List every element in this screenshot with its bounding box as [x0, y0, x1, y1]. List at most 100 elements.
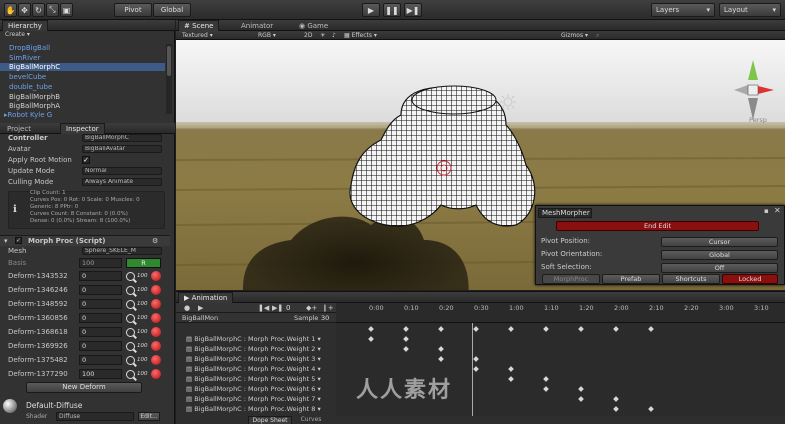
pause-button[interactable]: ❚❚	[383, 3, 401, 17]
magnifier-icon[interactable]	[126, 314, 135, 323]
close-icon[interactable]: ✕	[774, 206, 781, 215]
hundred-label[interactable]: 100	[137, 371, 148, 377]
deform-value[interactable]: 0	[79, 285, 122, 295]
pivot-position-button[interactable]: Cursor	[661, 237, 778, 247]
list-item[interactable]: ▤ BigBallMorphC : Morph Proc.Weight 7 ▾	[186, 395, 321, 403]
basis-field[interactable]: 100	[79, 258, 122, 268]
apply-root-motion-checkbox[interactable]: ✓	[82, 156, 90, 164]
deform-value[interactable]: 0	[79, 355, 122, 365]
list-item[interactable]: ▤ BigBallMorphC : Morph Proc.Weight 4 ▾	[186, 365, 321, 373]
tab-locked[interactable]: Locked	[722, 274, 778, 284]
list-item[interactable]: ▤ BigBallMorphC : Morph Proc.Weight 8 ▾	[186, 405, 321, 413]
audio-icon[interactable]: ♪	[332, 32, 336, 39]
rgb-dropdown[interactable]: RGB ▾	[258, 32, 276, 39]
create-dropdown[interactable]: Create ▾	[5, 31, 30, 38]
magnifier-icon[interactable]	[126, 300, 135, 309]
rect-tool-button[interactable]: ▣	[60, 3, 73, 17]
list-item[interactable]: ▸Robot Kyle G	[4, 111, 52, 119]
tab-game[interactable]: ◉ Game	[294, 20, 333, 31]
r-button[interactable]: R	[126, 258, 161, 268]
deform-value[interactable]: 0	[79, 313, 122, 323]
delete-deform-button[interactable]	[151, 285, 161, 295]
record-icon[interactable]: ●	[184, 304, 190, 312]
end-edit-button[interactable]: End Edit	[556, 221, 759, 231]
new-deform-button[interactable]: New Deform	[26, 382, 142, 393]
tab-morphproc[interactable]: MorphProc	[542, 274, 600, 284]
add-event-icon[interactable]: ❙+	[322, 304, 334, 312]
list-item[interactable]: ▤ BigBallMorphC : Morph Proc.Weight 6 ▾	[186, 385, 321, 393]
delete-deform-button[interactable]	[151, 327, 161, 337]
tab-animation[interactable]: ▶ Animation	[178, 292, 234, 303]
deform-value[interactable]: 0	[79, 341, 122, 351]
tab-inspector[interactable]: Inspector	[60, 123, 105, 134]
sample-value[interactable]: 30	[321, 314, 329, 322]
tab-dope-sheet[interactable]: Dope Sheet	[248, 416, 292, 424]
delete-deform-button[interactable]	[151, 355, 161, 365]
clip-select[interactable]: BigBallMon	[182, 314, 218, 322]
delete-deform-button[interactable]	[151, 271, 161, 281]
tab-curves[interactable]: Curves	[294, 416, 328, 424]
enabled-checkbox[interactable]: ✓	[15, 237, 22, 244]
tab-project[interactable]: Project	[2, 123, 36, 134]
play-button[interactable]: ▶	[362, 3, 380, 17]
hundred-label[interactable]: 100	[137, 357, 148, 363]
magnifier-icon[interactable]	[126, 342, 135, 351]
textured-dropdown[interactable]: Textured ▾	[182, 32, 213, 39]
list-item[interactable]: bevelCube	[9, 73, 46, 81]
mesh-field[interactable]: Sphere_SKELE_M	[82, 247, 162, 255]
tab-scene[interactable]: # Scene	[178, 20, 220, 31]
delete-deform-button[interactable]	[151, 341, 161, 351]
play-icon[interactable]: ▶	[198, 304, 203, 312]
deform-value[interactable]: 0	[79, 327, 122, 337]
move-tool-button[interactable]: ✥	[18, 3, 31, 17]
avatar-field[interactable]: BigBallAvatar	[82, 145, 162, 153]
list-item[interactable]: BigBallMorphB	[9, 93, 60, 101]
soft-selection-button[interactable]: Off	[661, 263, 778, 273]
edit-shader-button[interactable]: Edit...	[138, 412, 160, 421]
scale-tool-button[interactable]: ⤡	[46, 3, 59, 17]
hundred-label[interactable]: 100	[137, 329, 148, 335]
list-item-selected[interactable]: BigBallMorphC	[0, 63, 165, 71]
list-item[interactable]: SimRiver	[9, 54, 40, 62]
prev-key-icon[interactable]: ❚◀	[258, 304, 269, 312]
shader-select[interactable]: Diffuse	[56, 412, 134, 421]
light-icon[interactable]: ☀	[320, 32, 325, 39]
magnifier-icon[interactable]	[126, 328, 135, 337]
2d-toggle[interactable]: 2D	[304, 32, 312, 39]
deform-value[interactable]: 100	[79, 369, 122, 379]
list-item[interactable]: ▤ BigBallMorphC : Morph Proc.Weight 1 ▾	[186, 335, 321, 343]
delete-deform-button[interactable]	[151, 369, 161, 379]
update-mode-select[interactable]: Normal	[82, 167, 162, 175]
hundred-label[interactable]: 100	[137, 273, 148, 279]
rotate-tool-button[interactable]: ↻	[32, 3, 45, 17]
deform-value[interactable]: 0	[79, 271, 122, 281]
delete-deform-button[interactable]	[151, 299, 161, 309]
list-item[interactable]: ▤ BigBallMorphC : Morph Proc.Weight 5 ▾	[186, 375, 321, 383]
controller-field[interactable]: BigBallMorphC	[82, 134, 162, 142]
tab-prefab[interactable]: Prefab	[602, 274, 660, 284]
list-item[interactable]: double_tube	[9, 83, 52, 91]
tab-hierarchy[interactable]: Hierarchy	[2, 20, 48, 31]
hierarchy-scrollbar[interactable]	[166, 44, 172, 114]
list-item[interactable]: DropBigBall	[9, 44, 50, 52]
minimize-icon[interactable]: ▪	[764, 207, 769, 215]
delete-deform-button[interactable]	[151, 313, 161, 323]
pivot-orientation-button[interactable]: Global	[661, 250, 778, 260]
magnifier-icon[interactable]	[126, 272, 135, 281]
pivot-toggle-button[interactable]: Pivot	[114, 3, 152, 17]
deform-value[interactable]: 0	[79, 299, 122, 309]
magnifier-icon[interactable]	[126, 286, 135, 295]
frame-value[interactable]: 0	[286, 304, 290, 312]
hundred-label[interactable]: 100	[137, 301, 148, 307]
hand-tool-button[interactable]: ✋	[4, 3, 17, 17]
next-key-icon[interactable]: ▶❚	[272, 304, 283, 312]
step-button[interactable]: ▶❚	[404, 3, 422, 17]
add-key-icon[interactable]: ◆+	[306, 304, 317, 312]
list-item[interactable]: ▤ BigBallMorphC : Morph Proc.Weight 2 ▾	[186, 345, 321, 353]
layout-dropdown[interactable]: Layout ▾	[719, 3, 781, 17]
tab-shortcuts[interactable]: Shortcuts	[662, 274, 720, 284]
effects-dropdown[interactable]: ▦ Effects ▾	[344, 32, 377, 39]
hundred-label[interactable]: 100	[137, 287, 148, 293]
search-icon[interactable]: ⌕	[596, 32, 599, 40]
magnifier-icon[interactable]	[126, 370, 135, 379]
